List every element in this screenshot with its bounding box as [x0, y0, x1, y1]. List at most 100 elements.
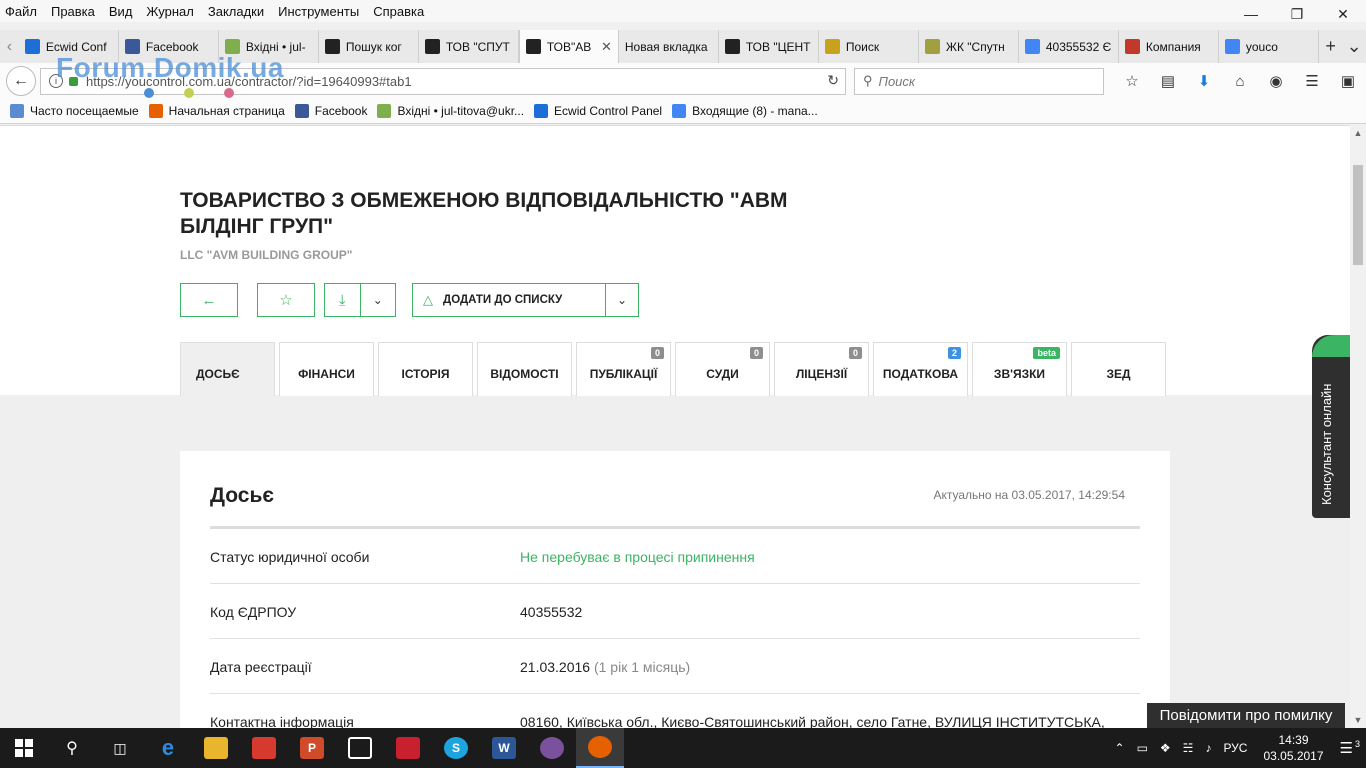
app-red-icon[interactable]: [240, 728, 288, 768]
menu-file[interactable]: Файл: [5, 4, 37, 19]
viber-icon[interactable]: [528, 728, 576, 768]
tab-10[interactable]: ЗЕД: [1071, 342, 1166, 396]
tab-5[interactable]: ПУБЛІКАЦІЇ 0: [576, 342, 671, 396]
watermark: Forum.Domik.ua: [56, 52, 284, 83]
scroll-down-icon[interactable]: ▼: [1350, 712, 1366, 728]
windows-taskbar: ⚲ ◫ e P S W ⌃ ▭ ❖ ☵ ♪ РУС 14:39 03.05.20…: [0, 728, 1366, 768]
company-subtitle: LLC "AVM BUILDING GROUP": [180, 248, 353, 262]
language-indicator[interactable]: РУС: [1223, 741, 1247, 755]
page-scrollbar[interactable]: ▲ ▼: [1350, 125, 1366, 728]
consultant-online-widget[interactable]: Консультант онлайн: [1312, 335, 1350, 518]
tab-8[interactable]: ПОДАТКОВА 2: [873, 342, 968, 396]
clock[interactable]: 14:39 03.05.2017: [1263, 732, 1323, 764]
app-orange-icon[interactable]: P: [288, 728, 336, 768]
add-to-list-main[interactable]: △ ДОДАТИ ДО СПИСКУ: [413, 284, 605, 316]
reload-icon[interactable]: ↻: [827, 72, 839, 89]
tab-list-chevron-icon[interactable]: ⌄: [1342, 30, 1366, 63]
word-icon[interactable]: W: [480, 728, 528, 768]
youcontrol-icon: [324, 39, 340, 54]
chevron-down-icon[interactable]: ⌄: [360, 284, 395, 316]
browser-tab[interactable]: ТОВ "СПУТ: [419, 30, 519, 63]
star-icon[interactable]: ☆: [1114, 66, 1150, 96]
tab-9[interactable]: ЗВ'ЯЗКИ beta: [972, 342, 1067, 396]
download-icon[interactable]: ⬇: [1186, 66, 1222, 96]
windows-start-icon[interactable]: [0, 728, 48, 768]
extension-icon[interactable]: ▣: [1330, 66, 1366, 96]
volume-icon[interactable]: ♪: [1205, 741, 1211, 755]
reading-list-icon[interactable]: ▤: [1150, 66, 1186, 96]
firefox-icon[interactable]: [576, 728, 624, 768]
close-icon[interactable]: ✕: [1320, 0, 1366, 28]
menu-help[interactable]: Справка: [373, 4, 424, 19]
tab-scroll-left-icon[interactable]: ‹: [0, 30, 19, 63]
scrollbar-thumb[interactable]: [1353, 165, 1363, 265]
tab-label: СУДИ: [706, 366, 739, 381]
download-icon[interactable]: ⤓: [325, 284, 360, 316]
new-tab-button[interactable]: +: [1319, 30, 1343, 63]
pocket-icon[interactable]: ◉: [1258, 66, 1294, 96]
bookmark-item[interactable]: Начальная страница: [148, 104, 285, 118]
bookmark-label: Вхідні • jul-titova@ukr...: [397, 104, 525, 118]
notifications-icon[interactable]: ☰ 3: [1340, 739, 1360, 757]
browser-tab[interactable]: ТОВ "ЦЕНТ: [719, 30, 819, 63]
browser-tab[interactable]: youco: [1219, 30, 1319, 63]
skype-icon[interactable]: S: [432, 728, 480, 768]
back-button[interactable]: ←: [6, 66, 36, 96]
tab-1[interactable]: ДОСЬЄ: [180, 342, 275, 396]
menu-view[interactable]: Вид: [109, 4, 133, 19]
tab-6[interactable]: СУДИ 0: [675, 342, 770, 396]
dropbox-icon[interactable]: ❖: [1160, 741, 1171, 755]
chevron-up-icon[interactable]: ⌃: [1115, 741, 1125, 755]
chevron-down-icon[interactable]: ⌄: [606, 284, 638, 316]
report-error-button[interactable]: Повідомити про помилку: [1147, 703, 1345, 728]
tab-badge: 0: [650, 347, 664, 359]
menu-bookmarks[interactable]: Закладки: [208, 4, 264, 19]
clock-date: 03.05.2017: [1263, 749, 1324, 763]
bookmark-item[interactable]: Facebook: [294, 104, 367, 118]
bookmark-item[interactable]: Ecwid Control Panel: [534, 104, 662, 118]
store-icon[interactable]: [336, 728, 384, 768]
browser-tab[interactable]: ЖК "Спутн: [919, 30, 1019, 63]
search-input[interactable]: ⚲ Поиск: [854, 67, 1104, 95]
google-icon: [1024, 39, 1040, 54]
hamburger-menu-icon[interactable]: ☰: [1294, 66, 1330, 96]
company-tabs: ДОСЬЄ ФІНАНСИ ІСТОРІЯ ВІДОМОСТІ ПУБЛІКАЦІЇ 0 С…: [180, 342, 1170, 396]
browser-tab-label: ТОВ "ЦЕНТ: [745, 39, 811, 54]
restore-icon[interactable]: ❐: [1274, 0, 1320, 28]
image-icon: [924, 39, 940, 54]
tab-4[interactable]: ВІДОМОСТІ: [477, 342, 572, 396]
bookmark-item[interactable]: Часто посещаемые: [10, 104, 139, 118]
browser-tab[interactable]: Пошук ког: [319, 30, 419, 63]
close-tab-icon[interactable]: ✕: [601, 39, 612, 55]
back-arrow-button[interactable]: ←: [180, 283, 238, 317]
search-icon[interactable]: ⚲: [48, 728, 96, 768]
browser-tab[interactable]: Поиск: [819, 30, 919, 63]
bookmark-item[interactable]: Входящие (8) - mana...: [672, 104, 818, 118]
scroll-up-icon[interactable]: ▲: [1350, 125, 1366, 141]
browser-tab-label: youco: [1245, 39, 1278, 54]
tab-3[interactable]: ІСТОРІЯ: [378, 342, 473, 396]
download-button[interactable]: ⤓ ⌄: [324, 283, 396, 317]
menu-history[interactable]: Журнал: [146, 4, 193, 19]
file-explorer-icon[interactable]: [192, 728, 240, 768]
tab-2[interactable]: ФІНАНСИ: [279, 342, 374, 396]
minimize-icon[interactable]: —: [1228, 0, 1274, 28]
home-icon[interactable]: ⌂: [1222, 66, 1258, 96]
menu-edit[interactable]: Правка: [51, 4, 95, 19]
add-to-list-button[interactable]: △ ДОДАТИ ДО СПИСКУ ⌄: [412, 283, 639, 317]
row-key: Статус юридичної особи: [210, 549, 370, 565]
browser-tab[interactable]: Новая вкладка: [619, 30, 719, 63]
network-icon[interactable]: ☵: [1183, 741, 1194, 755]
browser-tab[interactable]: 40355532 Є: [1019, 30, 1119, 63]
favorite-button[interactable]: ☆: [257, 283, 315, 317]
bookmark-item[interactable]: Вхідні • jul-titova@ukr...: [377, 104, 524, 118]
battery-icon[interactable]: ▭: [1137, 741, 1148, 755]
tab-label: ДОСЬЄ: [196, 366, 240, 381]
task-view-icon[interactable]: ◫: [96, 728, 144, 768]
menu-tools[interactable]: Инструменты: [278, 4, 359, 19]
edge-icon[interactable]: e: [144, 728, 192, 768]
browser-tab[interactable]: ТОВ"АВ ✕: [518, 30, 619, 63]
browser-tab[interactable]: Компания: [1119, 30, 1219, 63]
tab-7[interactable]: ЛІЦЕНЗІЇ 0: [774, 342, 869, 396]
reader-icon[interactable]: [384, 728, 432, 768]
